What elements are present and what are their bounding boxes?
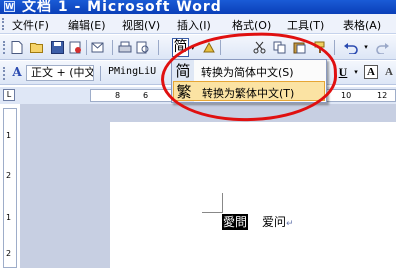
menubar-grip-icon[interactable] <box>2 18 5 30</box>
ruler-tick-label: 10 <box>341 91 352 100</box>
toolbar-separator <box>86 40 87 55</box>
permission-icon[interactable] <box>68 40 82 54</box>
open-folder-icon[interactable] <box>30 40 44 54</box>
print-icon[interactable] <box>118 40 132 54</box>
underline-button[interactable]: U <box>336 65 350 79</box>
underline-dropdown-icon[interactable]: ▾ <box>352 65 360 79</box>
menu-bar: 文件(F) 编辑(E) 视图(V) 插入(I) 格式(O) 工具(T) 表格(A… <box>0 14 396 34</box>
new-document-icon[interactable] <box>10 40 24 54</box>
toolbar-separator <box>100 66 101 81</box>
font-name-select[interactable]: PMingLiU <box>108 65 166 81</box>
style-select[interactable]: 正文 + (中文 <box>26 65 94 81</box>
selected-text[interactable]: 愛問 <box>222 214 249 230</box>
menu-file[interactable]: 文件(F) <box>12 17 49 33</box>
save-icon[interactable] <box>50 40 64 54</box>
paragraph-mark-icon: ↵ <box>286 219 294 229</box>
toolbar-grip-icon[interactable] <box>3 41 6 54</box>
vruler-tick-label: 1 <box>6 213 12 222</box>
ruler-tick-label: 8 <box>115 91 121 100</box>
ruler-tick-label: 12 <box>377 91 388 100</box>
vertical-ruler[interactable]: 1 2 1 2 <box>3 108 17 268</box>
document-text[interactable]: 爱问↵ <box>262 214 294 230</box>
undo-dropdown-icon[interactable]: ▾ <box>362 40 370 54</box>
menu-tools[interactable]: 工具(T) <box>287 17 324 33</box>
vruler-tick-label: 2 <box>6 171 12 180</box>
ruler-tick-label: 6 <box>143 91 149 100</box>
menu-table[interactable]: 表格(A) <box>343 17 381 33</box>
document-page[interactable] <box>110 122 396 268</box>
email-icon[interactable] <box>90 40 104 54</box>
title-bar: W 文档 1 - Microsoft Word <box>0 0 396 14</box>
character-shading-icon[interactable]: A <box>382 65 396 79</box>
text-boundary-mark <box>222 193 223 213</box>
window-title: 文档 1 - Microsoft Word <box>22 0 222 14</box>
vruler-tick-label: 1 <box>6 131 12 140</box>
styles-pane-icon[interactable]: A <box>10 65 24 79</box>
character-border-button[interactable]: A <box>364 65 378 79</box>
toolbar-separator <box>158 40 159 55</box>
menu-insert[interactable]: 插入(I) <box>177 17 211 33</box>
document-text-content: 爱问 <box>262 215 287 229</box>
text-boundary-mark <box>202 212 222 213</box>
menu-format[interactable]: 格式(O) <box>232 17 271 33</box>
toolbar-separator <box>334 40 335 55</box>
word-app-icon[interactable]: W <box>4 1 15 12</box>
toolbar-grip-icon[interactable] <box>3 67 6 80</box>
vruler-tick-label: 2 <box>6 249 12 258</box>
menu-edit[interactable]: 编辑(E) <box>68 17 106 33</box>
redo-icon[interactable] <box>376 40 390 54</box>
undo-icon[interactable] <box>342 40 360 54</box>
menu-view[interactable]: 视图(V) <box>122 17 160 33</box>
print-preview-icon[interactable] <box>136 40 150 54</box>
tab-selector-icon[interactable]: L <box>3 89 15 101</box>
toolbar-separator <box>112 40 113 55</box>
